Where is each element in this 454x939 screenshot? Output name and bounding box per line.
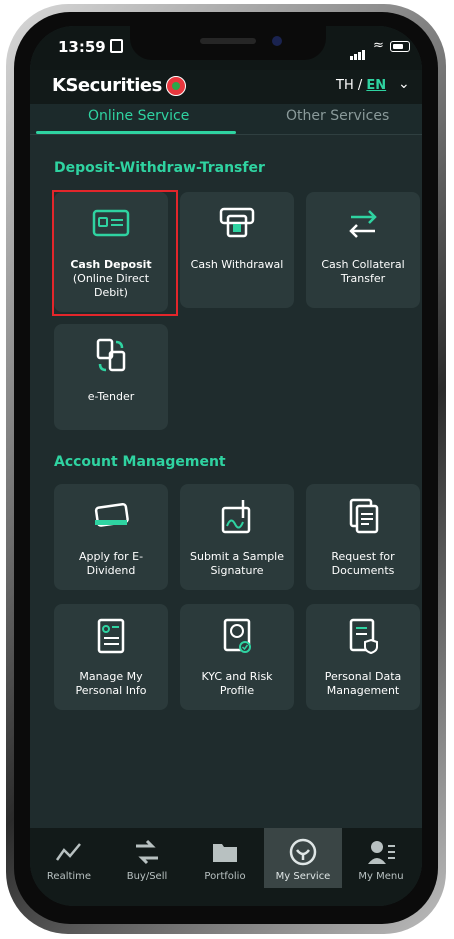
lang-th[interactable]: TH bbox=[336, 78, 354, 93]
dividend-card-icon bbox=[94, 503, 129, 527]
card-label: Submit a Sample bbox=[190, 550, 284, 563]
lang-en[interactable]: EN bbox=[366, 78, 386, 93]
chevron-down-icon[interactable]: ⌄ bbox=[398, 76, 410, 92]
card-label: Request for bbox=[331, 550, 395, 563]
kyc-risk-profile-card[interactable]: KYC and Risk Profile bbox=[180, 604, 294, 710]
card-label: Manage My bbox=[79, 670, 143, 683]
chart-line-icon bbox=[55, 843, 81, 861]
nav-my-service[interactable]: My Service bbox=[264, 828, 342, 888]
apply-e-dividend-card[interactable]: Apply for E- Dividend bbox=[54, 484, 168, 590]
signal-icon bbox=[350, 41, 366, 60]
battery-icon bbox=[390, 41, 410, 52]
card-label: Apply for E- bbox=[78, 550, 144, 563]
highlight-box bbox=[52, 190, 178, 316]
personal-data-management-card[interactable]: Personal Data Management bbox=[306, 604, 420, 710]
card-label: Cash Withdrawal bbox=[190, 258, 284, 271]
nav-buy-sell[interactable]: Buy/Sell bbox=[108, 828, 186, 888]
card-label: Management bbox=[326, 684, 400, 697]
e-tender-card[interactable]: e-Tender bbox=[54, 324, 168, 430]
card-label: Transfer bbox=[340, 272, 386, 285]
card-label: KYC and Risk bbox=[201, 670, 273, 683]
card-label: Cash Collateral bbox=[321, 258, 405, 271]
nav-label: My Menu bbox=[358, 871, 404, 882]
card-label: Personal Info bbox=[75, 684, 147, 697]
nav-realtime[interactable]: Realtime bbox=[30, 828, 108, 888]
wifi-icon: ≈ bbox=[373, 38, 384, 53]
notch bbox=[130, 26, 326, 60]
manage-personal-info-card[interactable]: Manage My Personal Info bbox=[54, 604, 168, 710]
app-screen: 13:59 ≈ KSecurities TH / EN ⌄ Online Ser… bbox=[30, 26, 422, 906]
signature-icon bbox=[221, 500, 251, 534]
tab-bar: Online Service Other Services bbox=[30, 104, 422, 135]
kyc-icon bbox=[223, 618, 251, 653]
nav-label: My Service bbox=[275, 871, 331, 882]
card-label: Documents bbox=[331, 564, 395, 577]
card-label: Profile bbox=[219, 684, 255, 697]
active-tab-indicator bbox=[36, 131, 236, 134]
section-title-account: Account Management bbox=[54, 454, 226, 470]
language-switch[interactable]: TH / EN bbox=[336, 78, 386, 93]
nav-portfolio[interactable]: Portfolio bbox=[186, 828, 264, 888]
section-title-deposit: Deposit-Withdraw-Transfer bbox=[54, 160, 265, 176]
transfer-icon bbox=[349, 210, 377, 238]
bottom-nav: Realtime Buy/Sell Portfolio My Service M… bbox=[30, 828, 422, 906]
status-bar: 13:59 ≈ bbox=[30, 26, 422, 70]
atm-icon bbox=[219, 207, 255, 238]
personal-info-icon bbox=[97, 618, 125, 654]
swap-arrows-icon bbox=[136, 839, 158, 865]
lang-separator: / bbox=[353, 78, 367, 93]
nav-label: Portfolio bbox=[204, 871, 246, 882]
user-menu-icon bbox=[368, 841, 395, 864]
card-label: Personal Data bbox=[324, 670, 402, 683]
screen-record-icon bbox=[109, 39, 123, 53]
kbank-logo-icon bbox=[166, 76, 186, 96]
service-badge-icon bbox=[289, 838, 317, 866]
nav-my-menu[interactable]: My Menu bbox=[342, 828, 420, 888]
status-time: 13:59 bbox=[58, 38, 123, 56]
card-label: Dividend bbox=[86, 564, 136, 577]
nav-label: Realtime bbox=[46, 871, 92, 882]
cash-withdrawal-card[interactable]: Cash Withdrawal bbox=[180, 192, 294, 308]
submit-signature-card[interactable]: Submit a Sample Signature bbox=[180, 484, 294, 590]
documents-icon bbox=[349, 498, 379, 534]
data-shield-icon bbox=[349, 618, 378, 655]
nav-label: Buy/Sell bbox=[126, 871, 168, 882]
tab-other-services[interactable]: Other Services bbox=[286, 108, 389, 124]
cash-collateral-transfer-card[interactable]: Cash Collateral Transfer bbox=[306, 192, 420, 308]
request-documents-card[interactable]: Request for Documents bbox=[306, 484, 420, 590]
brand-logo: KSecurities bbox=[52, 75, 162, 96]
app-header: KSecurities TH / EN ⌄ bbox=[30, 70, 422, 104]
documents-swap-icon bbox=[96, 338, 126, 372]
folder-icon bbox=[213, 844, 237, 862]
card-label: e-Tender bbox=[87, 390, 135, 403]
card-label: Signature bbox=[210, 564, 264, 577]
tab-online-service[interactable]: Online Service bbox=[88, 108, 189, 124]
